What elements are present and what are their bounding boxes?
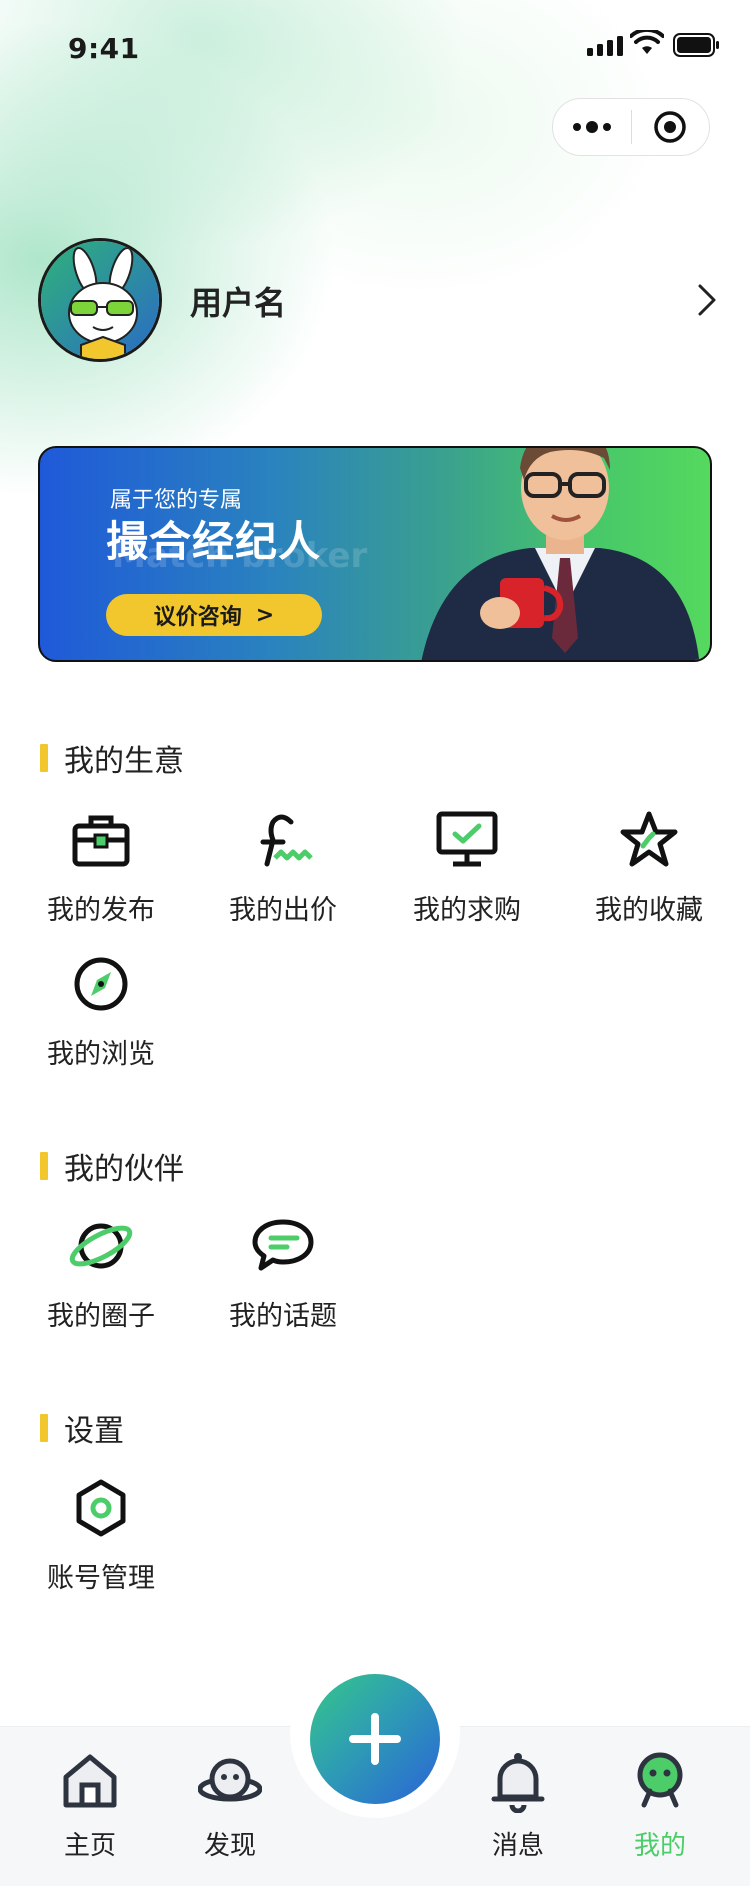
section-accent-bar bbox=[40, 1414, 48, 1442]
add-post-button[interactable] bbox=[310, 1674, 440, 1804]
grid-item-my-circles[interactable]: 我的圈子 bbox=[26, 1214, 176, 1332]
grid-item-label: 我的出价 bbox=[229, 895, 337, 926]
compass-icon bbox=[74, 957, 128, 1011]
chat-bubble-icon bbox=[252, 1219, 314, 1271]
grid-item-label: 我的浏览 bbox=[47, 1039, 155, 1070]
tab-label: 发现 bbox=[203, 1831, 256, 1861]
section-title-text: 我的伙伴 bbox=[64, 1152, 184, 1187]
star-icon bbox=[620, 811, 678, 867]
briefcase-icon bbox=[72, 815, 130, 867]
consult-button[interactable]: 议价咨询 > bbox=[106, 594, 322, 636]
tab-profile[interactable]: 我的 bbox=[600, 1727, 720, 1886]
tab-messages[interactable]: 消息 bbox=[458, 1727, 578, 1886]
consult-button-label: 议价咨询 bbox=[153, 605, 242, 630]
grid-item-label: 我的话题 bbox=[229, 1301, 337, 1332]
target-icon[interactable] bbox=[632, 99, 710, 155]
home-icon bbox=[63, 1754, 117, 1808]
section-title-partners: 我的伙伴 bbox=[40, 1144, 184, 1188]
status-time: 9:41 bbox=[68, 32, 140, 65]
profile-robot-icon bbox=[637, 1752, 683, 1808]
status-bar: 9:41 bbox=[0, 0, 750, 96]
grid-item-my-bids[interactable]: 我的出价 bbox=[208, 808, 358, 926]
section-accent-bar bbox=[40, 1152, 48, 1180]
tab-label: 消息 bbox=[491, 1831, 544, 1861]
monitor-check-icon bbox=[436, 811, 498, 867]
banner-title: 撮合经纪人 bbox=[106, 517, 322, 566]
plus-icon bbox=[349, 1713, 401, 1765]
signal-icon bbox=[587, 34, 623, 56]
miniprogram-capsule bbox=[552, 98, 710, 156]
grid-item-my-purchases[interactable]: 我的求购 bbox=[392, 808, 542, 926]
username: 用户名 bbox=[190, 284, 287, 322]
grid-item-label: 我的圈子 bbox=[47, 1301, 155, 1332]
section-title-text: 我的生意 bbox=[64, 744, 184, 779]
pound-wave-icon bbox=[260, 814, 313, 867]
profile-row[interactable]: 用户名 bbox=[38, 238, 718, 362]
section-title-settings: 设置 bbox=[40, 1406, 124, 1450]
wifi-icon bbox=[630, 30, 664, 54]
avatar[interactable] bbox=[38, 238, 162, 362]
grid-item-label: 我的收藏 bbox=[595, 895, 703, 926]
grid-item-label: 账号管理 bbox=[47, 1563, 155, 1594]
tab-label: 主页 bbox=[63, 1831, 116, 1861]
discover-planet-icon bbox=[197, 1758, 263, 1802]
grid-item-label: 我的发布 bbox=[47, 895, 155, 926]
tab-home[interactable]: 主页 bbox=[30, 1727, 150, 1886]
battery-icon bbox=[673, 33, 719, 57]
hexagon-settings-icon bbox=[76, 1479, 126, 1537]
chevron-right-icon[interactable] bbox=[696, 282, 718, 318]
more-dots-icon[interactable] bbox=[553, 99, 631, 155]
section-accent-bar bbox=[40, 744, 48, 772]
tab-discover[interactable]: 发现 bbox=[170, 1727, 290, 1886]
grid-item-label: 我的求购 bbox=[413, 895, 521, 926]
broker-illustration bbox=[421, 448, 700, 660]
grid-item-my-favorites[interactable]: 我的收藏 bbox=[574, 808, 724, 926]
broker-banner[interactable]: Match broker 属于您的专属 撮合经纪人 议价咨询 > bbox=[38, 446, 712, 662]
grid-item-account-management[interactable]: 账号管理 bbox=[26, 1476, 176, 1594]
tab-label: 我的 bbox=[633, 1831, 686, 1861]
section-title-text: 设置 bbox=[64, 1414, 124, 1449]
grid-item-my-history[interactable]: 我的浏览 bbox=[26, 952, 176, 1070]
grid-item-my-topics[interactable]: 我的话题 bbox=[208, 1214, 358, 1332]
grid-item-my-posts[interactable]: 我的发布 bbox=[26, 808, 176, 926]
planet-icon bbox=[69, 1223, 133, 1269]
bell-icon bbox=[491, 1753, 545, 1814]
chevron-right-icon: > bbox=[255, 602, 275, 628]
section-title-business: 我的生意 bbox=[40, 736, 184, 780]
